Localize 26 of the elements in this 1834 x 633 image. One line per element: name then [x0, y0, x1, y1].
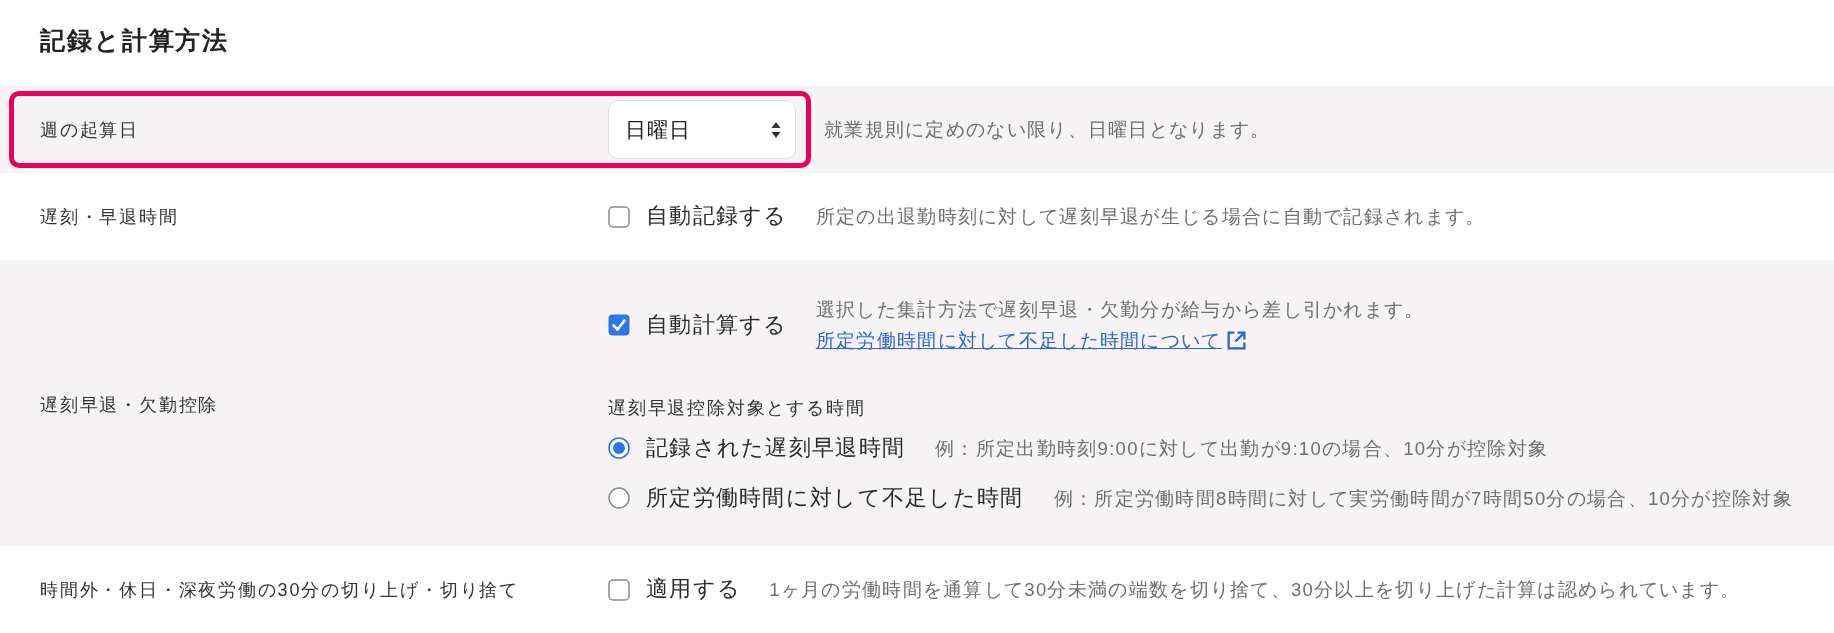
subheading: 遅刻早退控除対象とする時間 — [608, 397, 867, 420]
example-text: 例：所定労働時間8時間に対して実労働時間が7時間50分の場合、10分が控除対象 — [1053, 486, 1793, 511]
radio-button[interactable] — [608, 487, 630, 509]
example-text: 例：所定出勤時刻9:00に対して出勤が9:10の場合、10分が控除対象 — [935, 436, 1549, 461]
description-text: 選択した集計方法で遅刻早退・欠勤分が給与から差し引かれます。 — [815, 298, 1425, 322]
radio-label[interactable]: 記録された遅刻早退時間 — [646, 432, 906, 464]
section-title: 記録と計算方法 — [39, 25, 231, 56]
external-link-icon — [1225, 330, 1247, 351]
select-field[interactable]: 日曜日 — [608, 100, 796, 159]
help-link[interactable]: 所定労働時間に対して不足した時間について — [815, 325, 1247, 356]
checkbox-label[interactable]: 適用する — [646, 574, 742, 605]
description-text: 1ヶ月の労働時間を通算して30分未満の端数を切り捨て、30分以上を切り上げた計算は認められています。 — [769, 578, 1741, 602]
setting-label: 遅刻早退・欠勤控除 — [40, 395, 219, 415]
setting-label: 遅刻・早退時間 — [40, 206, 179, 227]
setting-label: 週の起算日 — [40, 119, 139, 140]
checkbox[interactable] — [608, 314, 630, 336]
checkbox-label[interactable]: 自動計算する — [646, 309, 788, 341]
checkbox[interactable] — [608, 578, 630, 601]
checkbox[interactable] — [608, 205, 630, 228]
description-text: 所定の出退勤時刻に対して遅刻早退が生じる場合に自動で記録されます。 — [815, 205, 1486, 229]
checkbox-label[interactable]: 自動記録する — [646, 201, 788, 232]
setting-label: 時間外・休日・深夜労働の30分の切り上げ・切り捨て — [40, 579, 520, 600]
radio-label[interactable]: 所定労働時間に対して不足した時間 — [646, 482, 1024, 514]
description-text: 就業規則に定めのない限り、日曜日となります。 — [824, 118, 1271, 142]
updown-arrow-icon — [771, 120, 781, 139]
radio-button[interactable] — [608, 437, 630, 459]
